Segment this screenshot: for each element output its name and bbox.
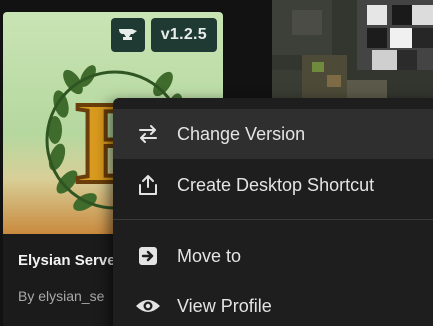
eye-icon: [135, 293, 161, 319]
card-badges: v1.2.5: [110, 18, 217, 52]
menu-item-label: View Profile: [177, 295, 272, 316]
context-menu: Change Version Create Desktop Shortcut M…: [113, 98, 433, 326]
version-badge: v1.2.5: [150, 18, 217, 52]
modpack-thumbnail-secondary: [272, 0, 433, 100]
menu-item-move-to[interactable]: Move to: [113, 231, 433, 281]
modpack-author[interactable]: By elysian_se: [18, 288, 104, 304]
menu-item-change-version[interactable]: Change Version: [113, 109, 433, 159]
modpack-card-secondary[interactable]: [272, 0, 433, 100]
menu-item-label: Create Desktop Shortcut: [177, 174, 375, 195]
arrow-box-icon: [135, 243, 161, 269]
menu-item-label: Move to: [177, 245, 242, 266]
anvil-icon: [118, 29, 137, 40]
share-box-icon: [135, 172, 161, 198]
app-stage: E v1.2.5 Elysian Serve By elysian_se: [0, 0, 433, 326]
menu-item-create-shortcut[interactable]: Create Desktop Shortcut: [113, 160, 433, 210]
loader-badge: [110, 18, 145, 52]
modpack-title: Elysian Serve: [18, 252, 116, 269]
menu-item-view-profile[interactable]: View Profile: [113, 281, 433, 326]
menu-item-label: Change Version: [177, 123, 306, 144]
menu-divider: [113, 219, 433, 220]
swap-arrows-icon: [135, 121, 161, 147]
